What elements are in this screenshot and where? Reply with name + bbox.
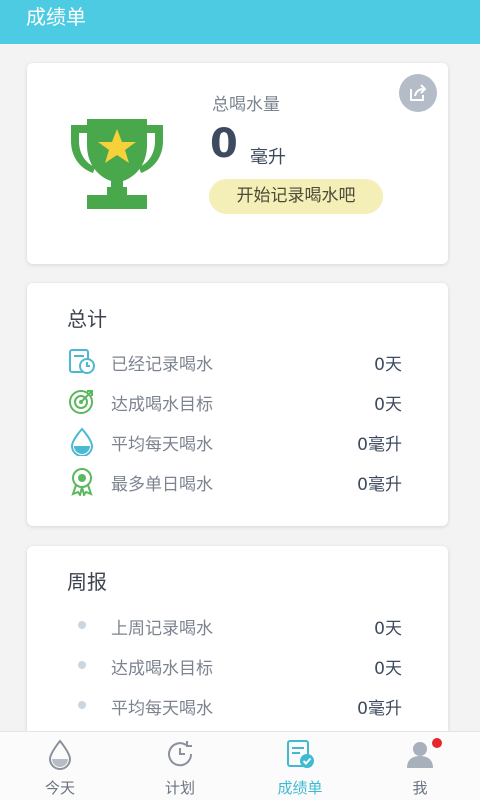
totals-row-recorded: 已经记录喝水 0天	[67, 346, 402, 376]
totals-row-goal: 达成喝水目标 0天	[67, 386, 402, 416]
totals-row-max: 最多单日喝水 0毫升	[67, 466, 402, 496]
totals-title: 总计	[67, 307, 107, 331]
page-title: 成绩单	[26, 5, 86, 29]
calendar-clock-icon	[69, 349, 95, 374]
totals-row-value: 0毫升	[357, 435, 402, 455]
totals-row-label: 平均每天喝水	[111, 435, 213, 455]
tab-today[interactable]: 今天	[0, 732, 120, 800]
top-bar: 成绩单	[0, 0, 480, 44]
notification-dot	[432, 738, 442, 748]
share-icon	[410, 84, 427, 101]
totals-row-value: 0天	[374, 395, 402, 415]
weekly-title: 周报	[67, 570, 107, 594]
summary-card: 总喝水量 0 毫升 开始记录喝水吧	[27, 63, 448, 264]
weekly-card: 周报 上周记录喝水 0天 达成喝水目标 0天 平均每天喝水 0毫升	[27, 546, 448, 746]
weekly-row-value: 0天	[374, 659, 402, 679]
bottom-tab-bar: 今天 计划 成绩单 我	[0, 731, 480, 800]
tab-label: 我	[412, 779, 428, 797]
weekly-row-label: 达成喝水目标	[111, 659, 213, 679]
start-recording-button[interactable]: 开始记录喝水吧	[209, 179, 383, 214]
tab-plan[interactable]: 计划	[120, 732, 240, 800]
weekly-row-label: 平均每天喝水	[111, 699, 213, 719]
tab-me[interactable]: 我	[360, 732, 480, 800]
total-intake-unit: 毫升	[250, 147, 286, 168]
tab-label: 成绩单	[277, 779, 323, 797]
totals-card: 总计 已经记录喝水 0天 达成喝水目标 0天 平均每天喝水 0毫升 最多单日喝水…	[27, 283, 448, 526]
report-icon	[287, 740, 314, 768]
totals-row-value: 0毫升	[357, 475, 402, 495]
bullet-dot	[78, 621, 86, 629]
weekly-row-value: 0毫升	[357, 699, 402, 719]
total-intake-label: 总喝水量	[212, 95, 280, 115]
tab-label: 今天	[44, 779, 75, 797]
share-button[interactable]	[399, 74, 437, 112]
weekly-row-recorded: 上周记录喝水 0天	[67, 610, 402, 640]
bullet-dot	[78, 701, 86, 709]
totals-row-value: 0天	[374, 355, 402, 375]
water-drop-icon	[48, 739, 72, 770]
weekly-row-average: 平均每天喝水 0毫升	[67, 690, 402, 720]
totals-row-label: 最多单日喝水	[111, 475, 213, 495]
totals-row-average: 平均每天喝水 0毫升	[67, 426, 402, 456]
totals-row-label: 达成喝水目标	[111, 395, 213, 415]
medal-icon	[71, 468, 93, 496]
total-intake-value: 0	[210, 121, 238, 167]
weekly-row-value: 0天	[374, 619, 402, 639]
totals-row-label: 已经记录喝水	[111, 355, 213, 375]
tab-label: 计划	[164, 779, 195, 797]
bullet-dot	[78, 661, 86, 669]
weekly-row-goal: 达成喝水目标 0天	[67, 650, 402, 680]
trophy-icon	[71, 119, 163, 209]
weekly-row-label: 上周记录喝水	[111, 619, 213, 639]
target-icon	[69, 390, 93, 414]
tab-report[interactable]: 成绩单	[240, 732, 360, 800]
water-drop-icon	[70, 427, 94, 456]
history-clock-icon	[168, 741, 193, 767]
